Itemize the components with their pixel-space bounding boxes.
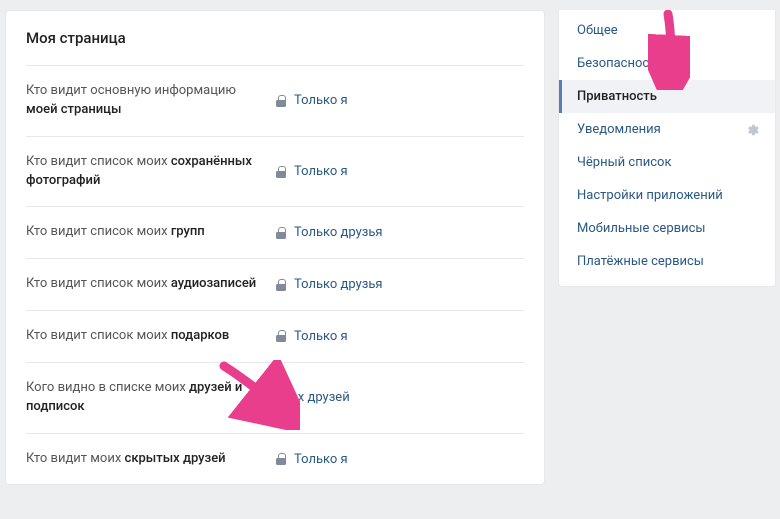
sidebar-item[interactable]: Настройки приложений [559,179,775,212]
lock-icon [276,279,286,291]
sidebar-item[interactable]: Платёжные сервисы [559,245,775,278]
sidebar-item-label: Безопасность [577,56,663,71]
sidebar-item-label: Приватность [577,89,657,104]
privacy-setting-row: Кого видно в списке моих друзей и подпис… [26,362,524,433]
sidebar-item[interactable]: Чёрный список [559,146,775,179]
sidebar-item-label: Общее [577,23,618,38]
setting-value-dropdown[interactable]: Только я [276,164,348,179]
sidebar-item-label: Платёжные сервисы [577,254,704,269]
lock-icon [276,227,286,239]
privacy-setting-row: Кто видит список моих сохранённых фотогр… [26,136,524,207]
setting-label: Кого видно в списке моих друзей и подпис… [26,379,276,417]
setting-value-dropdown[interactable]: Только я [276,452,348,467]
privacy-setting-row: Кто видит моих скрытых друзейТолько я [26,433,524,485]
sidebar-item-label: Уведомления [577,122,661,137]
sidebar-item-label: Чёрный список [577,155,671,170]
privacy-setting-row: Кто видит основную информацию моей стран… [26,65,524,136]
settings-privacy-panel: Моя страница Кто видит основную информац… [5,10,545,485]
setting-label: Кто видит моих скрытых друзей [26,450,276,469]
sidebar-item[interactable]: Общее [559,14,775,47]
settings-sidebar: Общее Безопасность Приватность Уведомления Ч… [558,10,776,287]
sidebar-item-label: Настройки приложений [577,188,723,203]
setting-label: Кто видит список моих аудиозаписей [26,275,276,294]
privacy-setting-row: Кто видит список моих группТолько друзья [26,206,524,258]
setting-label: Кто видит основную информацию моей стран… [26,82,276,120]
setting-value-dropdown[interactable]: Всех друзей [276,390,350,405]
setting-value-dropdown[interactable]: Только я [276,329,348,344]
sidebar-item[interactable]: Уведомления [559,113,775,146]
lock-icon [276,95,286,107]
lock-icon [276,453,286,465]
page-title: Моя страница [26,11,524,65]
setting-value-dropdown[interactable]: Только друзья [276,277,383,292]
setting-value-dropdown[interactable]: Только я [276,93,348,108]
lock-icon [276,330,286,342]
setting-label: Кто видит список моих сохранённых фотогр… [26,153,276,191]
sidebar-item[interactable]: Безопасность [559,47,775,80]
gear-icon [745,123,759,137]
sidebar-item[interactable]: Приватность [559,80,775,113]
sidebar-item-label: Мобильные сервисы [577,221,705,236]
setting-label: Кто видит список моих подарков [26,327,276,346]
sidebar-item[interactable]: Мобильные сервисы [559,212,775,245]
privacy-setting-row: Кто видит список моих аудиозаписейТолько… [26,258,524,310]
lock-icon [276,166,286,178]
privacy-setting-row: Кто видит список моих подарковТолько я [26,310,524,362]
setting-value-dropdown[interactable]: Только друзья [276,225,383,240]
setting-label: Кто видит список моих групп [26,223,276,242]
